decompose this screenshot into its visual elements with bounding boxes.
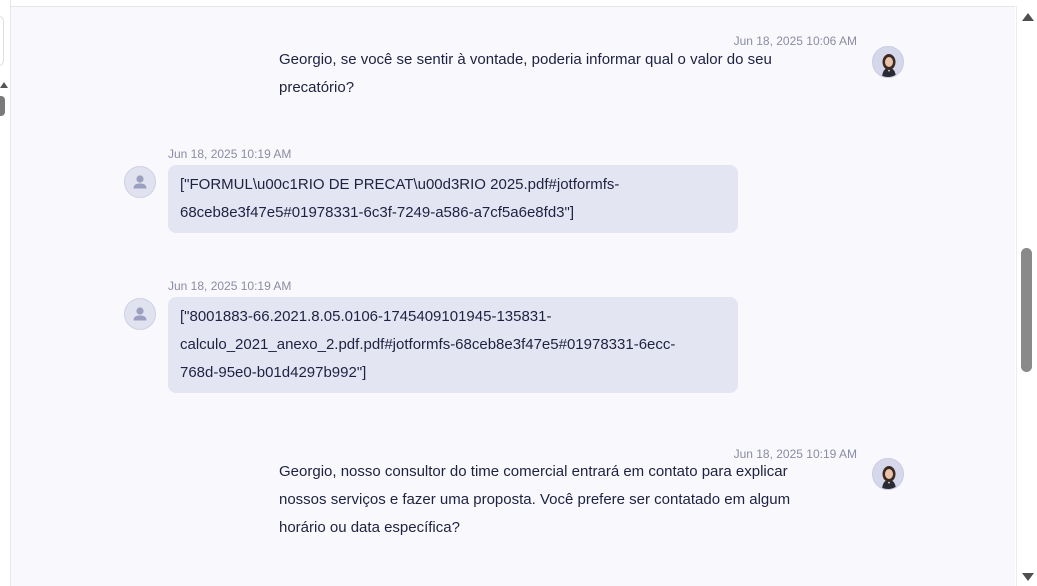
user-avatar-icon — [124, 166, 156, 198]
message-line: precatório? — [279, 79, 355, 96]
user-avatar-icon — [124, 298, 156, 330]
side-scroll-thumb[interactable] — [0, 96, 5, 116]
message-timestamp: Jun 18, 2025 10:19 AM — [168, 147, 292, 161]
message-line: ["8001883-66.2021.8.05.0106-174540910194… — [180, 308, 552, 325]
vertical-scrollbar[interactable] — [1016, 6, 1037, 586]
agent-message: Georgio, nosso consultor do time comerci… — [279, 458, 849, 542]
message-line: calculo_2021_anexo_2.pdf.pdf#jotformfs-6… — [180, 336, 676, 353]
left-rail — [0, 0, 11, 586]
side-panel-handle[interactable] — [0, 16, 4, 66]
chat-window: Jun 18, 2025 10:06 AM Georgio, se você s… — [0, 0, 1037, 586]
agent-message: Georgio, se você se sentir à vontade, po… — [279, 46, 839, 102]
message-line: nossos serviços e fazer uma proposta. Vo… — [279, 491, 791, 508]
user-message-bubble: ["8001883-66.2021.8.05.0106-174540910194… — [168, 297, 738, 393]
scroll-up-arrow-icon[interactable] — [1022, 13, 1034, 21]
message-line: horário ou data específica? — [279, 519, 460, 536]
collapse-arrow-icon[interactable] — [0, 82, 8, 88]
message-line: ["FORMUL\u00c1RIO DE PRECAT\u00d3RIO 202… — [180, 176, 620, 193]
scrollbar-thumb[interactable] — [1021, 248, 1032, 372]
agent-avatar-icon — [872, 46, 904, 78]
scroll-down-arrow-icon[interactable] — [1022, 573, 1034, 581]
message-line: Georgio, se você se sentir à vontade, po… — [279, 51, 772, 68]
message-list: Jun 18, 2025 10:06 AM Georgio, se você s… — [11, 6, 1015, 586]
agent-avatar-icon — [872, 458, 904, 490]
message-line: 768d-95e0-b01d4297b992"] — [180, 364, 367, 381]
message-line: Georgio, nosso consultor do time comerci… — [279, 463, 788, 480]
message-line: 68ceb8e3f47e5#01978331-6c3f-7249-a586-a7… — [180, 204, 574, 221]
user-message-bubble: ["FORMUL\u00c1RIO DE PRECAT\u00d3RIO 202… — [168, 165, 738, 233]
message-timestamp: Jun 18, 2025 10:19 AM — [168, 279, 292, 293]
